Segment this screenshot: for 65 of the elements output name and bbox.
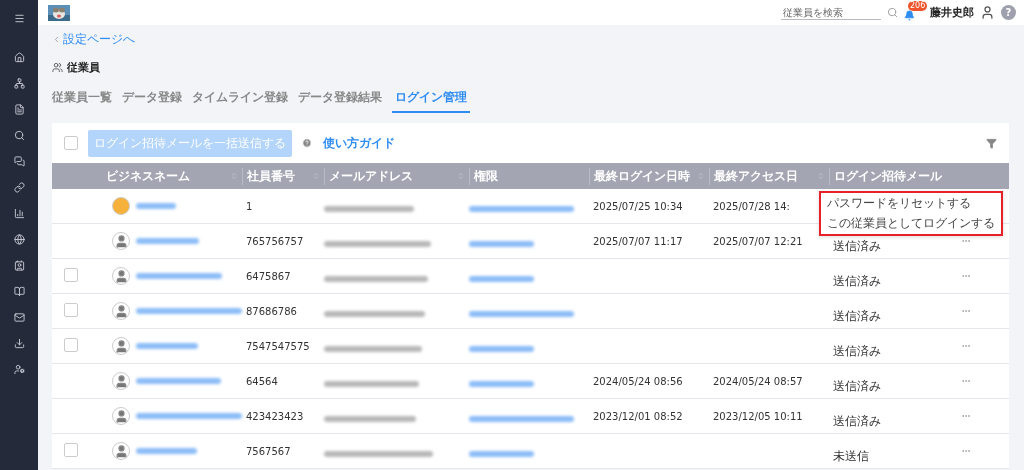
row-checkbox[interactable] bbox=[64, 337, 78, 352]
table-cell: 87686786 bbox=[246, 305, 297, 317]
table-cell-text: 送信済み bbox=[832, 308, 882, 325]
help-icon bbox=[302, 138, 312, 148]
table-cell: 2023/12/01 08:52 bbox=[593, 410, 683, 422]
blurred-text bbox=[469, 345, 534, 352]
table-cell: 765756757 bbox=[246, 235, 304, 247]
blurred-text bbox=[469, 240, 534, 247]
table-cell: 1 bbox=[246, 200, 253, 212]
table-cell: 2025/07/07 11:17 bbox=[593, 235, 683, 247]
table-cell: 6475867 bbox=[246, 270, 291, 282]
table-cell: 7547547575 bbox=[246, 340, 310, 352]
column-header[interactable]: 最終ログイン日時 bbox=[589, 167, 709, 185]
tab[interactable]: データ登録結果 bbox=[298, 89, 382, 113]
blurred-text bbox=[469, 380, 534, 387]
people-icon bbox=[52, 62, 63, 73]
table-cell-text: 未送信 bbox=[832, 448, 870, 465]
blurred-text bbox=[469, 275, 534, 282]
row-checkbox[interactable] bbox=[64, 302, 78, 317]
page-title: 従業員 bbox=[67, 60, 100, 75]
column-header[interactable]: 社員番号 bbox=[242, 167, 324, 185]
table-cell: 2024/05/24 08:56 bbox=[593, 375, 683, 387]
table-cell: 2023/12/05 10:11 bbox=[713, 410, 803, 422]
menu-item[interactable]: この従業員としてログインする bbox=[827, 215, 995, 232]
notification-badge: 206 bbox=[908, 0, 928, 11]
chevron-left-icon[interactable] bbox=[52, 35, 61, 44]
column-header[interactable]: ログイン招待メール bbox=[829, 167, 957, 185]
row-checkbox[interactable] bbox=[64, 442, 78, 457]
blurred-text bbox=[136, 203, 176, 209]
blurred-text bbox=[136, 238, 199, 244]
table-cell-text: 送信済み bbox=[832, 343, 882, 360]
column-header[interactable]: 最終アクセス日 bbox=[709, 167, 829, 185]
tab[interactable]: データ登録 bbox=[122, 89, 182, 113]
menu-item[interactable]: パスワードをリセットする bbox=[827, 195, 995, 212]
table-cell-text: 送信済み bbox=[832, 238, 882, 255]
user-icon[interactable] bbox=[980, 5, 995, 20]
table-cell-text: 送信済み bbox=[832, 378, 882, 395]
table-cell: 2025/07/07 12:21 bbox=[713, 235, 803, 247]
table-cell-text: 送信済み bbox=[832, 273, 882, 290]
column-header[interactable]: ビジネスネーム bbox=[102, 167, 242, 185]
user-name[interactable]: 藤井史郎 bbox=[930, 5, 974, 20]
back-link[interactable]: 設定ページへ bbox=[63, 31, 135, 48]
row-checkbox[interactable] bbox=[64, 267, 78, 282]
table-cell: 423423423 bbox=[246, 410, 304, 422]
column-header[interactable]: 権限 bbox=[469, 167, 589, 185]
tab[interactable]: ログイン管理 bbox=[392, 89, 470, 113]
search-icon[interactable] bbox=[887, 7, 898, 18]
tab[interactable]: タイムライン登録 bbox=[192, 89, 288, 113]
table-cell: 64564 bbox=[246, 375, 278, 387]
search-field[interactable]: 従業員を検索 bbox=[781, 5, 881, 20]
blurred-text bbox=[136, 448, 197, 454]
blurred-text bbox=[136, 343, 198, 349]
tab[interactable]: 従業員一覧 bbox=[52, 89, 112, 113]
table-cell: 2025/07/25 10:34 bbox=[593, 200, 683, 212]
blurred-text bbox=[469, 450, 534, 457]
guide-link[interactable]: 使い方ガイド bbox=[323, 134, 395, 152]
help-button[interactable]: ? bbox=[1001, 5, 1016, 20]
column-header[interactable]: メールアドレス bbox=[324, 167, 469, 185]
table-cell-text: 送信済み bbox=[832, 413, 882, 430]
table-cell: 2025/07/28 14: bbox=[713, 200, 790, 212]
filter-icon[interactable] bbox=[986, 137, 997, 149]
bell-icon[interactable] bbox=[904, 9, 915, 21]
table-cell: 7567567 bbox=[246, 445, 291, 457]
select-all-checkbox[interactable] bbox=[64, 136, 78, 150]
table-cell: 2024/05/24 08:57 bbox=[713, 375, 803, 387]
